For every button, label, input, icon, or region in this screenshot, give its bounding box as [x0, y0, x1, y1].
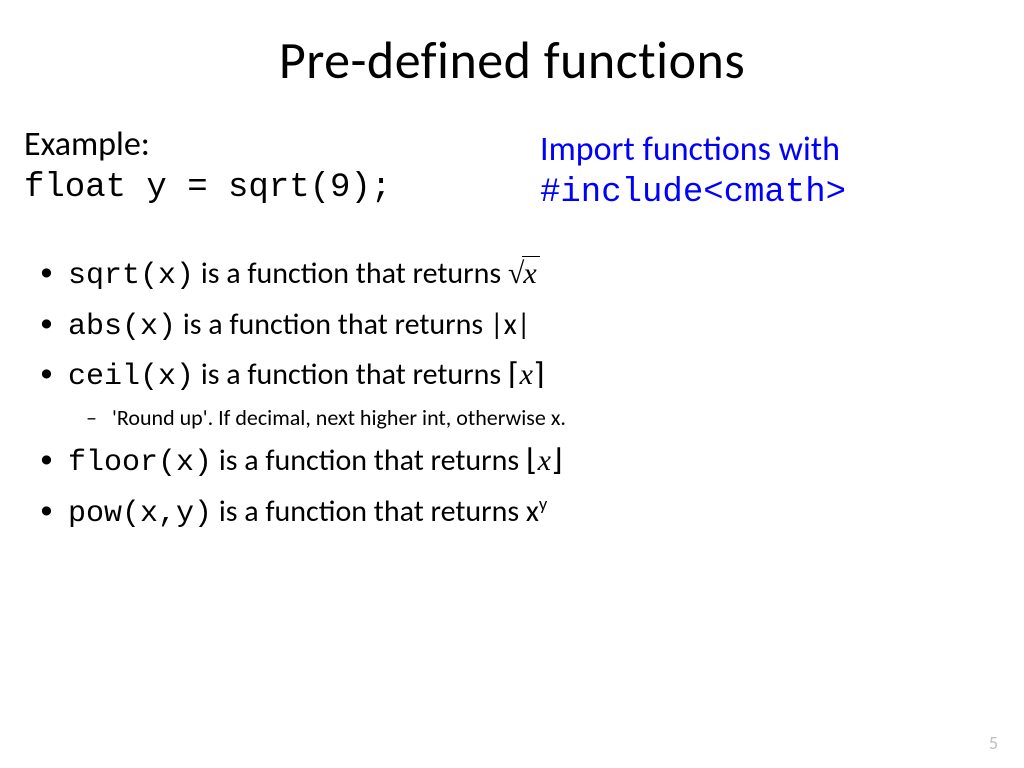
- floor-arg: x: [538, 444, 551, 477]
- fn-desc-abs: is a function that returns: [176, 306, 490, 343]
- slide-body: Example: float y = sqrt(9); sqrt(x) is a…: [20, 124, 1004, 537]
- fn-desc-ceil: is a function that returns: [194, 356, 508, 393]
- pow-exp: y: [539, 492, 547, 515]
- ceil-note: 'Round up'. If decimal, next higher int,…: [112, 403, 1004, 433]
- fn-desc-sqrt: is a function that returns: [194, 255, 508, 292]
- example-label: Example:: [24, 124, 1004, 165]
- ceil-bracket-l: ⌈: [508, 358, 520, 391]
- abs-result: |x|: [490, 306, 531, 343]
- fn-name-sqrt: sqrt(x): [68, 259, 194, 293]
- page-number: 5: [989, 732, 998, 754]
- list-item-abs: abs(x) is a function that returns |x|: [68, 302, 1004, 351]
- slide: Pre-defined functions Import functions w…: [0, 0, 1024, 768]
- slide-title: Pre-defined functions: [20, 28, 1004, 92]
- list-item-ceil: ceil(x) is a function that returns ⌈x⌉ '…: [68, 352, 1004, 432]
- list-item-sqrt: sqrt(x) is a function that returns √x: [68, 251, 1004, 300]
- fn-name-floor: floor(x): [68, 446, 212, 480]
- fn-desc-pow: is a function that returns: [212, 493, 526, 530]
- list-item-floor: floor(x) is a function that returns ⌊x⌋: [68, 438, 1004, 487]
- fn-name-pow: pow(x,y): [68, 497, 212, 531]
- sqrt-arg: x: [522, 256, 539, 290]
- ceil-bracket-r: ⌉: [533, 358, 545, 391]
- sqrt-symbol: √x: [508, 251, 540, 298]
- fn-name-ceil: ceil(x): [68, 360, 194, 394]
- example-code: float y = sqrt(9);: [24, 169, 1004, 207]
- fn-desc-floor: is a function that returns: [212, 442, 526, 479]
- floor-bracket-r: ⌋: [551, 444, 563, 477]
- list-item-pow: pow(x,y) is a function that returns xy: [68, 489, 1004, 538]
- ceil-arg: x: [520, 358, 533, 391]
- floor-bracket-l: ⌊: [526, 444, 538, 477]
- ceil-sublist: 'Round up'. If decimal, next higher int,…: [68, 403, 1004, 433]
- function-list: sqrt(x) is a function that returns √x ab…: [24, 251, 1004, 537]
- pow-base: x: [526, 493, 539, 530]
- fn-name-abs: abs(x): [68, 310, 176, 344]
